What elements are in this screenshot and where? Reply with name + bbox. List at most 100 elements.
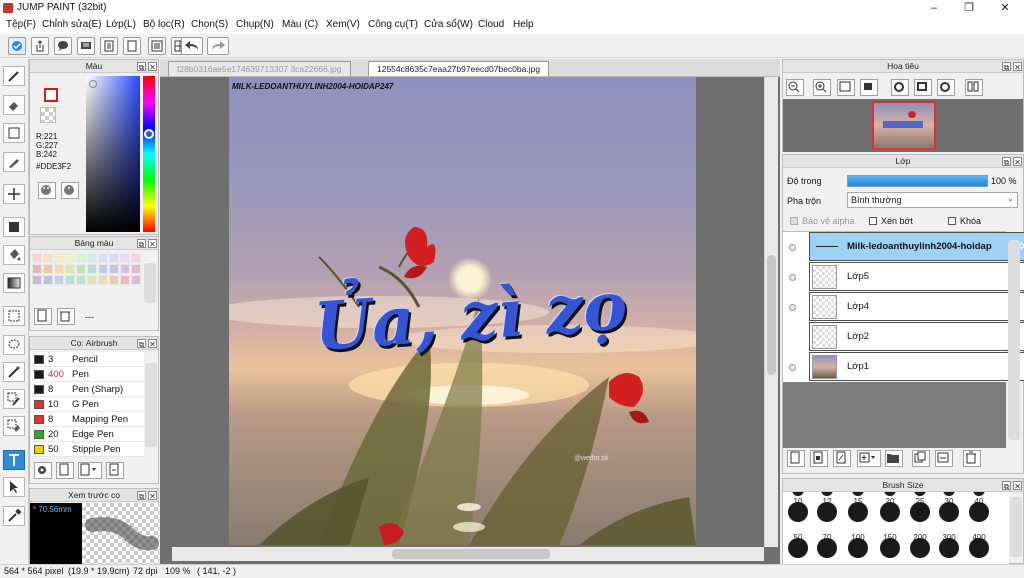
- brush-scrollbar[interactable]: [145, 363, 157, 447]
- palette-swatch[interactable]: [65, 253, 75, 263]
- palette-swatch[interactable]: [43, 253, 53, 263]
- panel-float-icon[interactable]: ⧉: [137, 491, 146, 501]
- move-tool[interactable]: [3, 184, 25, 204]
- select-eraser-tool[interactable]: [3, 416, 25, 436]
- gradient-tool[interactable]: [3, 273, 25, 293]
- palette-swatch[interactable]: [76, 253, 86, 263]
- pen-tool[interactable]: [3, 152, 25, 172]
- tab-document-2[interactable]: 12554c8635c7eaa27b97eecd07bec0ba.jpg: [368, 61, 550, 76]
- protect-alpha-checkbox[interactable]: [790, 217, 798, 225]
- brush-size-dot[interactable]: [884, 492, 896, 496]
- brush-settings-button[interactable]: [34, 462, 52, 479]
- delete-layer-button[interactable]: [963, 450, 981, 467]
- brush-size-dot[interactable]: [910, 502, 930, 522]
- palette-swatch[interactable]: [43, 275, 53, 285]
- brush-size-dot[interactable]: [848, 538, 868, 558]
- brush-size-dot[interactable]: [848, 502, 868, 522]
- rotate-right-button[interactable]: [937, 79, 955, 96]
- menu-file[interactable]: Tệp(F): [6, 19, 36, 30]
- panel-close-icon[interactable]: ✕: [1013, 62, 1022, 72]
- brush-size-dot[interactable]: [914, 492, 926, 496]
- brush-list-item[interactable]: 20 Edge Pen: [31, 427, 144, 442]
- panel-close-icon[interactable]: ✕: [1013, 481, 1022, 491]
- marquee-tool[interactable]: [3, 306, 25, 326]
- lock-checkbox[interactable]: [948, 217, 956, 225]
- panel-float-icon[interactable]: ⧉: [137, 62, 146, 72]
- tab-document-1[interactable]: f28b0316ae5e174639713307 3ca22666.jpg: [168, 61, 351, 76]
- layer-row[interactable]: Lớp4: [809, 292, 1024, 321]
- eraser-tool[interactable]: [3, 95, 25, 115]
- brush-size-grid[interactable]: 1012152025304050701001502003004005007001…: [783, 492, 1009, 564]
- palette-swatch[interactable]: [131, 264, 141, 274]
- menu-color[interactable]: Màu (C): [282, 19, 318, 30]
- palette-swatch[interactable]: [32, 264, 42, 274]
- document-button[interactable]: [100, 37, 118, 55]
- new-layer-button[interactable]: [787, 450, 805, 467]
- flip-horizontal-button[interactable]: [965, 79, 983, 96]
- clipping-checkbox[interactable]: [869, 217, 877, 225]
- palette-swatch[interactable]: [32, 253, 42, 263]
- canvas-vertical-scrollbar[interactable]: [764, 77, 778, 547]
- palette-swatch[interactable]: [98, 253, 108, 263]
- brush-size-dot[interactable]: [943, 492, 955, 496]
- palette-swatch[interactable]: [109, 264, 119, 274]
- zoom-in-button[interactable]: [813, 79, 831, 96]
- panel-close-icon[interactable]: ✕: [148, 491, 157, 501]
- brush-list-item[interactable]: 8 Mapping Pen: [31, 412, 144, 427]
- bucket-tool[interactable]: [3, 245, 25, 265]
- export-button[interactable]: [31, 37, 49, 55]
- palette-swatch[interactable]: [120, 264, 130, 274]
- layer-row[interactable]: Lớp1: [809, 352, 1024, 381]
- panel-close-icon[interactable]: ✕: [148, 239, 157, 249]
- brush-size-dot[interactable]: [880, 538, 900, 558]
- palette-swatch[interactable]: [76, 264, 86, 274]
- comment-button[interactable]: [54, 37, 72, 55]
- palette-swatch[interactable]: [76, 275, 86, 285]
- panel-float-icon[interactable]: ⧉: [1002, 481, 1011, 491]
- rect-select-tool[interactable]: [3, 123, 25, 143]
- menu-filter[interactable]: Bộ lọc(R): [143, 19, 185, 30]
- palette-swatch[interactable]: [87, 275, 97, 285]
- brush-size-dot[interactable]: [788, 538, 808, 558]
- note-button[interactable]: [77, 37, 95, 55]
- menu-cloud[interactable]: Cloud: [478, 19, 504, 30]
- panel-float-icon[interactable]: ⧉: [137, 339, 146, 349]
- new-raster-layer-button[interactable]: [810, 450, 828, 467]
- hue-slider[interactable]: [143, 76, 155, 232]
- palette-swatch[interactable]: [65, 275, 75, 285]
- panel-close-icon[interactable]: ✕: [148, 339, 157, 349]
- brush-size-dot[interactable]: [817, 538, 837, 558]
- palette-swatch[interactable]: [98, 264, 108, 274]
- document-canvas[interactable]: MILK-LEDOANTHUYLINH2004-HOIDAP247 Ủa, zì…: [229, 77, 696, 545]
- color-mixer-button[interactable]: [61, 182, 79, 199]
- new-vector-layer-button[interactable]: [833, 450, 851, 467]
- select-pen-tool[interactable]: [3, 389, 25, 409]
- layer-row[interactable]: Lớp2: [809, 322, 1024, 351]
- palette-swatch[interactable]: [109, 275, 119, 285]
- brush-size-scrollbar[interactable]: [1010, 497, 1022, 557]
- actual-size-button[interactable]: [860, 79, 878, 96]
- brush-list-item[interactable]: 10 G Pen: [31, 397, 144, 412]
- brush-list-item[interactable]: 8 Pen (Sharp): [31, 382, 144, 397]
- layer-row[interactable]: Lớp5: [809, 262, 1024, 291]
- layer-visibility-toggle[interactable]: [789, 274, 796, 281]
- add-layer-menu-button[interactable]: [857, 450, 881, 467]
- brush-list-item[interactable]: 3 Pencil: [31, 352, 144, 367]
- palette-swatch[interactable]: [65, 264, 75, 274]
- merge-layer-button[interactable]: [935, 450, 953, 467]
- menu-capture[interactable]: Chụp(N): [236, 19, 274, 30]
- panel-float-icon[interactable]: ⧉: [137, 239, 146, 249]
- panel-close-icon[interactable]: ✕: [148, 62, 157, 72]
- text-tool[interactable]: [3, 450, 25, 470]
- brush-tool[interactable]: [3, 66, 25, 86]
- cloud-sync-button[interactable]: [8, 37, 26, 55]
- operation-tool[interactable]: [3, 477, 25, 497]
- menu-window[interactable]: Cửa sổ(W): [424, 19, 473, 30]
- menu-help[interactable]: Help: [513, 19, 534, 30]
- brush-list-item[interactable]: 50 Stipple Pen: [31, 442, 144, 457]
- fit-window-button[interactable]: [837, 79, 855, 96]
- zoom-out-button[interactable]: [786, 79, 804, 96]
- blend-mode-select[interactable]: Bình thường ⌄: [847, 192, 1018, 208]
- palette-delete-button[interactable]: [57, 308, 75, 325]
- canvas-horizontal-scrollbar[interactable]: [172, 547, 764, 561]
